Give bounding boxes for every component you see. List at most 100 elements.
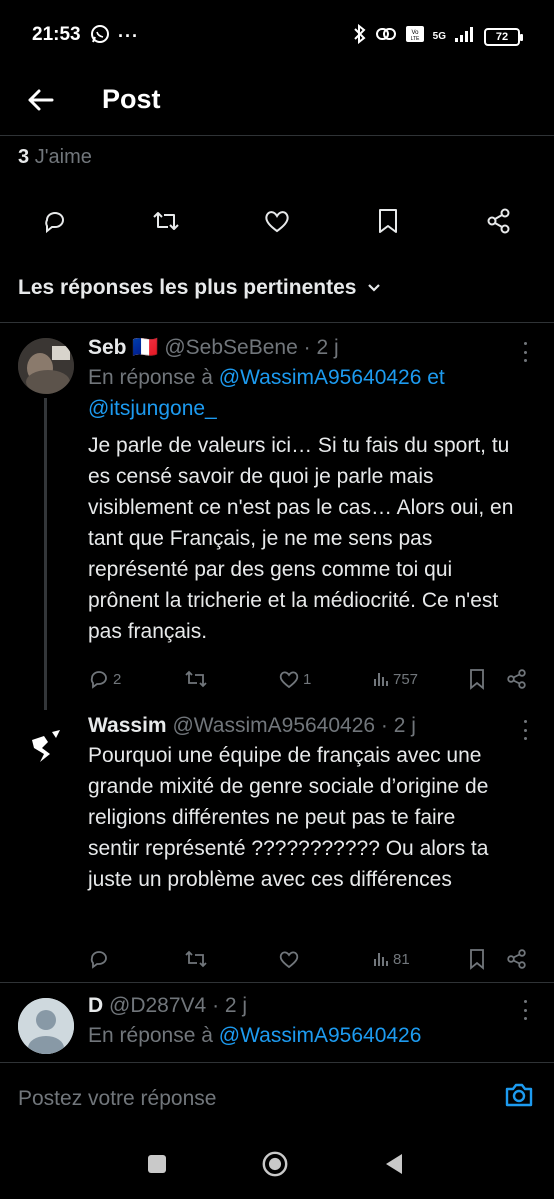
author-handle[interactable]: @D287V4	[109, 994, 206, 1017]
replying-to: En réponse à @WassimA95640426	[88, 1020, 528, 1051]
avatar-logo-icon	[18, 718, 74, 774]
divider	[0, 322, 554, 323]
views-count: 81	[393, 950, 410, 968]
mention-link[interactable]: @WassimA95640426 et	[219, 366, 445, 389]
reply-text: Pourquoi une équipe de français avec une…	[88, 744, 489, 891]
avatar[interactable]	[18, 338, 74, 394]
reply-seb[interactable]: Seb 🇫🇷 @SebSeBene · 2 j En réponse à @Wa…	[88, 336, 528, 647]
share-button[interactable]	[484, 206, 514, 236]
likes-stat[interactable]: 3 J'aime	[18, 146, 92, 169]
share-button[interactable]	[506, 944, 528, 974]
sort-label: Les réponses les plus pertinentes	[18, 276, 357, 299]
repost-icon	[185, 670, 207, 688]
reply-text: Je parle de valeurs ici… Si tu fais du s…	[88, 434, 514, 643]
network-type: 5G	[432, 31, 446, 42]
repost-icon	[185, 950, 207, 968]
more-options-button[interactable]	[520, 1000, 530, 1020]
views-icon	[374, 673, 388, 686]
volte-icon: Vo LTE	[405, 24, 425, 49]
author-name[interactable]: Wassim	[88, 714, 167, 737]
like-icon	[265, 211, 289, 233]
post-time: · 2 j	[380, 714, 416, 737]
repost-button[interactable]	[151, 206, 181, 236]
back-nav-button[interactable]	[380, 1150, 408, 1178]
home-button[interactable]	[261, 1150, 289, 1178]
bookmark-button[interactable]	[468, 944, 486, 974]
bluetooth-icon	[353, 23, 367, 49]
post-actions	[0, 200, 554, 244]
recent-apps-button[interactable]	[143, 1150, 171, 1178]
like-button[interactable]: 1	[278, 664, 311, 694]
reply-input[interactable]: Postez votre réponse	[18, 1087, 216, 1111]
share-icon	[487, 208, 510, 234]
reply-header: Wassim @WassimA95640426 · 2 j	[88, 714, 528, 738]
mention-link[interactable]: @itsjungone_	[88, 397, 217, 420]
status-time: 21:53	[32, 24, 81, 45]
bookmark-button[interactable]	[373, 206, 403, 236]
reply-actions: 2 1 757	[88, 664, 538, 694]
likes-label: J'aime	[34, 146, 92, 168]
share-icon	[507, 669, 526, 689]
likes-count: 3	[18, 146, 30, 168]
reply-header: Seb 🇫🇷 @SebSeBene · 2 j	[88, 336, 528, 360]
avatar[interactable]	[18, 998, 74, 1054]
repost-icon	[153, 212, 179, 230]
share-button[interactable]	[506, 664, 528, 694]
reply-button[interactable]	[88, 944, 110, 974]
like-button[interactable]	[262, 206, 292, 236]
bookmark-icon	[470, 669, 484, 690]
back-button[interactable]	[22, 82, 58, 118]
avatar[interactable]	[18, 718, 74, 774]
repost-button[interactable]	[184, 944, 208, 974]
author-name[interactable]: Seb	[88, 336, 127, 359]
reply-count: 2	[113, 670, 122, 688]
camera-icon	[505, 1083, 533, 1107]
bookmark-button[interactable]	[468, 664, 486, 694]
system-nav-bar	[0, 1126, 554, 1199]
replying-to-label: En réponse à	[88, 366, 213, 389]
whatsapp-icon	[90, 24, 110, 49]
reply-d[interactable]: D @D287V4 · 2 j En réponse à @WassimA956…	[88, 994, 528, 1056]
chevron-down-icon	[368, 284, 381, 292]
post-time: · 2 j	[212, 994, 248, 1017]
like-button[interactable]	[278, 944, 300, 974]
author-name[interactable]: D	[88, 994, 103, 1017]
reply-icon	[45, 212, 64, 234]
status-right-icons: Vo LTE 5G 72	[353, 23, 523, 49]
page-title: Post	[102, 84, 161, 114]
author-handle[interactable]: @WassimA95640426	[172, 714, 375, 737]
thread-line	[44, 398, 47, 710]
like-count: 1	[303, 670, 312, 688]
author-handle[interactable]: @SebSeBene	[164, 336, 297, 359]
avatar-photo-icon	[18, 338, 74, 394]
views-button[interactable]: 757	[372, 664, 418, 694]
more-notifications-dots: ···	[118, 26, 139, 46]
more-options-button[interactable]	[520, 720, 530, 740]
battery-indicator: 72	[484, 27, 523, 46]
back-arrow-icon	[28, 89, 54, 111]
reply-icon	[90, 951, 107, 969]
sort-replies-dropdown[interactable]: Les réponses les plus pertinentes	[18, 276, 382, 300]
views-icon	[374, 953, 388, 966]
share-icon	[507, 949, 526, 969]
reply-composer[interactable]: Postez votre réponse	[0, 1062, 554, 1126]
camera-button[interactable]	[504, 1081, 534, 1111]
repost-button[interactable]	[184, 664, 208, 694]
reply-wassim[interactable]: Wassim @WassimA95640426 · 2 j Pourquoi u…	[88, 714, 528, 895]
replying-to: En réponse à @WassimA95640426 et @itsjun…	[88, 362, 528, 424]
reply-actions: 81	[88, 944, 538, 974]
reply-button[interactable]: 2	[88, 664, 121, 694]
more-options-button[interactable]	[520, 342, 530, 362]
more-icon	[523, 1000, 527, 1003]
more-icon	[523, 342, 527, 345]
like-icon	[279, 951, 299, 969]
reply-button[interactable]	[40, 206, 70, 236]
views-button[interactable]: 81	[372, 944, 410, 974]
bookmark-icon	[379, 209, 397, 233]
status-left-icons: ···	[90, 24, 139, 49]
reply-header: D @D287V4 · 2 j	[88, 994, 528, 1018]
more-icon	[523, 720, 527, 723]
bookmark-icon	[470, 949, 484, 970]
mention-link[interactable]: @WassimA95640426	[219, 1024, 422, 1047]
post-time: · 2 j	[303, 336, 339, 359]
